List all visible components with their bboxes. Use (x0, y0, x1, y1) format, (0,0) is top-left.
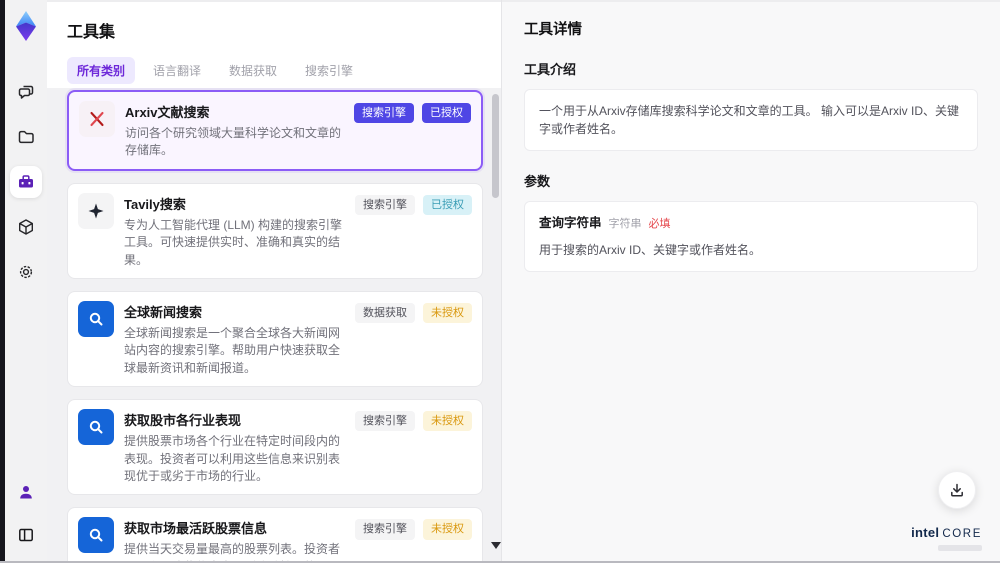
folder-icon (18, 130, 34, 144)
intel-wordmark: intel (911, 525, 940, 540)
auth-status-badge: 已授权 (422, 103, 471, 124)
category-badge: 搜索引擎 (355, 411, 415, 432)
param-name: 查询字符串 (539, 216, 602, 230)
news-search-icon (89, 529, 103, 542)
sidebar-item-chat[interactable] (10, 76, 42, 108)
tool-description: 访问各个研究领域大量科学论文和文章的存储库。 (125, 126, 342, 158)
params-heading: 参数 (524, 174, 551, 189)
arxiv-icon (90, 111, 104, 127)
param-header: 查询字符串 字符串 必填 (539, 214, 963, 233)
intro-text: 一个用于从Arxiv存储库搜索科学论文和文章的工具。 输入可以是Arxiv ID… (539, 104, 960, 136)
tool-name: Arxiv文献搜索 (125, 105, 210, 120)
tool-description: 全球新闻搜索是一个聚合全球各大新闻网站内容的搜索引擎。帮助用户快速获取全球最新资… (124, 325, 341, 375)
tool-name: 全球新闻搜索 (124, 304, 203, 320)
download-icon (951, 483, 963, 497)
category-tab[interactable]: 语言翻译 (143, 57, 211, 84)
scrollbar[interactable] (492, 90, 499, 553)
sidebar-item-toolset[interactable] (10, 166, 42, 198)
sidebar-item-packages[interactable] (10, 211, 42, 243)
auth-status-badge: 已授权 (423, 194, 472, 216)
sidebar-item-files[interactable] (10, 121, 42, 153)
auth-status-badge: 未授权 (423, 411, 472, 432)
core-wordmark: CORE (942, 528, 982, 540)
tavily-star-icon (88, 203, 104, 219)
download-button[interactable] (938, 471, 976, 509)
tool-name: 获取市场最活跃股票信息 (124, 521, 268, 537)
tool-name: 获取股市各行业表现 (124, 413, 242, 429)
intro-heading: 工具介绍 (524, 62, 577, 77)
tool-card[interactable]: Tavily搜索 专为人工智能代理 (LLM) 构建的搜索引擎工具。可快速提供实… (67, 182, 483, 279)
param-required-badge: 必填 (648, 218, 671, 230)
tool-name: Tavily搜索 (124, 196, 186, 212)
category-tab[interactable]: 所有类别 (67, 57, 136, 84)
sidebar-item-collapse[interactable] (10, 519, 42, 551)
user-icon (20, 486, 32, 499)
category-badge: 搜索引擎 (354, 103, 414, 124)
tool-detail-panel: 工具详情 工具介绍 一个用于从Arxiv存储库搜索科学论文和文章的工具。 输入可… (502, 2, 1000, 563)
param-box: 查询字符串 字符串 必填 用于搜索的Arxiv ID、关键字或作者姓名。 (524, 201, 978, 272)
intel-core-logo: intel CORE (911, 524, 982, 551)
scroll-down-arrow-icon[interactable] (491, 542, 501, 549)
tool-list: Arxiv文献搜索 访问各个研究领域大量科学论文和文章的存储库。 搜索引擎 已授… (47, 88, 501, 563)
tool-card[interactable]: 获取市场最活跃股票信息 提供当天交易量最高的股票列表。投资者可以利用这些信息来识… (67, 507, 483, 563)
news-search-icon (89, 420, 103, 434)
sidebar-item-account[interactable] (10, 476, 42, 508)
gear-icon (19, 265, 33, 279)
panel-toggle-icon (19, 528, 33, 542)
auth-status-badge: 未授权 (423, 519, 472, 540)
tool-card[interactable]: 获取股市各行业表现 提供股票市场各个行业在特定时间段内的表现。投资者可以利用这些… (67, 399, 483, 496)
intro-box: 一个用于从Arxiv存储库搜索科学论文和文章的工具。 输入可以是Arxiv ID… (524, 89, 978, 151)
category-tab[interactable]: 搜索引擎 (295, 57, 363, 84)
param-type: 字符串 (608, 218, 642, 230)
sidebar-item-settings[interactable] (10, 256, 42, 288)
sidebar (5, 0, 47, 563)
app-window: 工具集 所有类别 语言翻译 数据获取 搜索引擎 Arxiv文献搜索 访问各个研究… (0, 0, 1000, 563)
tool-description: 专为人工智能代理 (LLM) 构建的搜索引擎工具。可快速提供实时、准确和真实的结… (124, 217, 343, 267)
tool-description: 提供当天交易量最高的股票列表。投资者可以利用这些信息来识别流动性强的股票和潜在的… (124, 542, 341, 563)
sidebar-nav (10, 76, 42, 288)
tool-list-panel: 工具集 所有类别 语言翻译 数据获取 搜索引擎 Arxiv文献搜索 访问各个研究… (47, 2, 501, 563)
page-title: 工具集 (67, 24, 116, 41)
category-tab[interactable]: 数据获取 (219, 57, 287, 84)
tool-card[interactable]: 全球新闻搜索 全球新闻搜索是一个聚合全球各大新闻网站内容的搜索引擎。帮助用户快速… (67, 290, 483, 388)
tool-card[interactable]: Arxiv文献搜索 访问各个研究领域大量科学论文和文章的存储库。 搜索引擎 已授… (67, 90, 483, 171)
intel-logo-subtext (938, 545, 982, 551)
auth-status-badge: 未授权 (423, 302, 472, 324)
category-badge: 数据获取 (355, 302, 415, 324)
tool-description: 提供股票市场各个行业在特定时间段内的表现。投资者可以利用这些信息来识别表现优于或… (124, 434, 341, 483)
param-description: 用于搜索的Arxiv ID、关键字或作者姓名。 (539, 242, 762, 257)
list-header: 工具集 所有类别 语言翻译 数据获取 搜索引擎 (47, 2, 501, 93)
category-badge: 搜索引擎 (355, 194, 415, 216)
scrollbar-thumb[interactable] (492, 94, 499, 198)
sidebar-bottom (10, 476, 42, 551)
chat-icon (18, 85, 34, 99)
toolbox-icon (19, 175, 33, 188)
detail-title: 工具详情 (524, 22, 582, 38)
category-badge: 搜索引擎 (355, 519, 415, 540)
app-logo-icon (16, 11, 36, 41)
package-icon (19, 219, 34, 235)
news-search-icon (89, 312, 103, 326)
